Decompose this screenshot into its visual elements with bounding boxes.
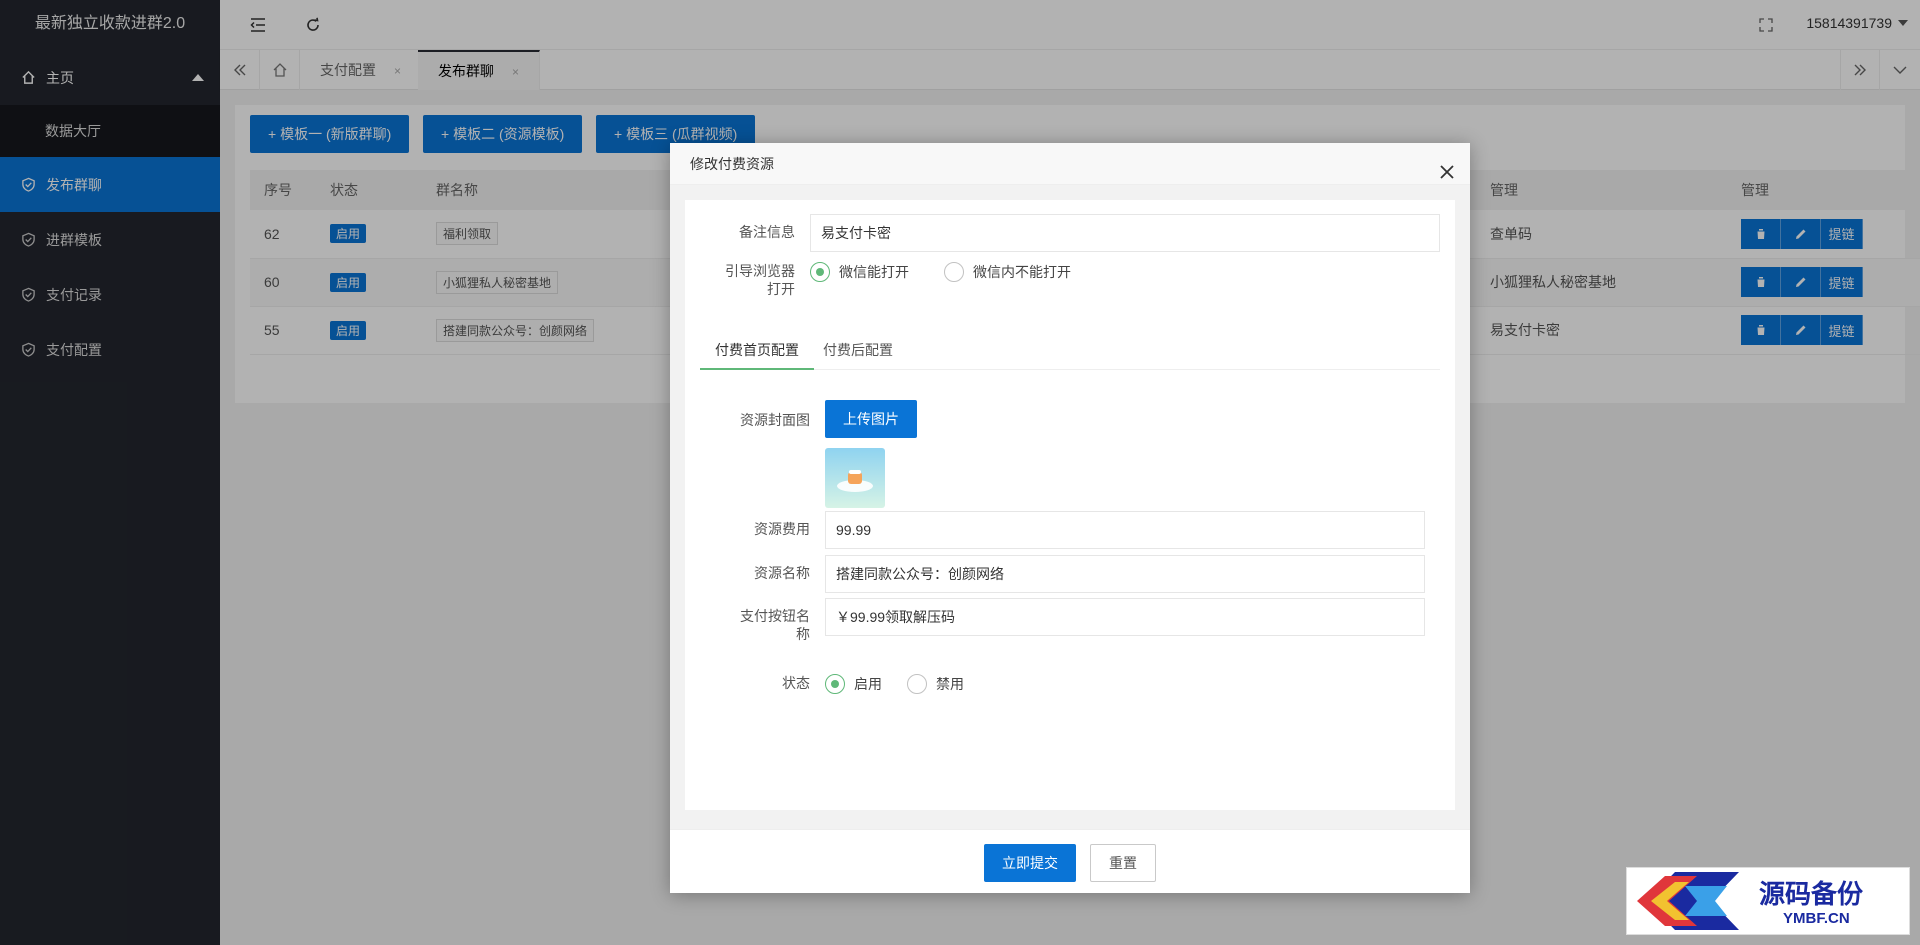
cover-label: 资源封面图: [740, 412, 810, 428]
pay-button-label: 支付按钮名 称: [700, 607, 810, 643]
cover-thumbnail: [825, 448, 885, 508]
config-tabs: 付费首页配置 付费后配置: [700, 330, 1440, 370]
pay-button-label-line2: 称: [796, 626, 810, 642]
fee-label: 资源费用: [754, 521, 810, 537]
modal-body: 备注信息 易支付卡密 引导浏览器 打开 微信能打开 微信内不能打开 付费首页配置…: [670, 185, 1470, 829]
tab-after-payment-config[interactable]: 付费后配置: [808, 330, 908, 370]
pay-button-name-input[interactable]: ￥99.99领取解压码: [825, 598, 1425, 636]
radio-checked-icon: [825, 674, 845, 694]
resource-name-input[interactable]: 搭建同款公众号：创颜网络: [825, 555, 1425, 593]
modal-title: 修改付费资源: [690, 156, 774, 172]
status-label: 状态: [782, 675, 810, 691]
name-label: 资源名称: [754, 565, 810, 581]
watermark-cn-text: 源码备份: [1759, 880, 1864, 910]
close-icon[interactable]: [1438, 155, 1456, 179]
fee-input[interactable]: 99.99: [825, 511, 1425, 549]
resource-form: 备注信息 易支付卡密 引导浏览器 打开 微信能打开 微信内不能打开 付费首页配置…: [685, 200, 1455, 810]
radio-label: 启用: [854, 676, 882, 692]
remark-input[interactable]: 易支付卡密: [810, 214, 1440, 252]
browser-label-line2: 打开: [767, 281, 795, 297]
modal-header: 修改付费资源: [670, 143, 1470, 185]
browser-label: 引导浏览器 打开: [685, 262, 795, 298]
edit-resource-modal: 修改付费资源 备注信息 易支付卡密 引导浏览器 打开 微信能打开 微信内不能打开…: [670, 143, 1470, 893]
radio-label: 微信内不能打开: [973, 264, 1071, 280]
radio-unchecked-icon: [907, 674, 927, 694]
wechat-can-open-radio[interactable]: 微信能打开: [810, 262, 909, 282]
reset-button[interactable]: 重置: [1090, 844, 1156, 882]
status-disabled-radio[interactable]: 禁用: [907, 674, 964, 694]
browser-label-line1: 引导浏览器: [725, 263, 795, 279]
pay-button-label-line1: 支付按钮名: [740, 608, 810, 624]
radio-label: 微信能打开: [839, 264, 909, 280]
modal-footer: 立即提交 重置: [670, 829, 1470, 893]
status-enabled-radio[interactable]: 启用: [825, 674, 882, 694]
radio-unchecked-icon: [944, 262, 964, 282]
tab-paid-home-config[interactable]: 付费首页配置: [700, 330, 814, 370]
wechat-cannot-open-radio[interactable]: 微信内不能打开: [944, 262, 1071, 282]
radio-label: 禁用: [936, 676, 964, 692]
upload-image-button[interactable]: 上传图片: [825, 400, 917, 438]
watermark-en-text: YMBF.CN: [1783, 910, 1850, 927]
remark-label: 备注信息: [739, 224, 795, 240]
watermark-logo: 源码备份 YMBF.CN: [1626, 867, 1910, 935]
radio-checked-icon: [810, 262, 830, 282]
submit-button[interactable]: 立即提交: [984, 844, 1076, 882]
watermark-emblem: [1637, 872, 1739, 930]
